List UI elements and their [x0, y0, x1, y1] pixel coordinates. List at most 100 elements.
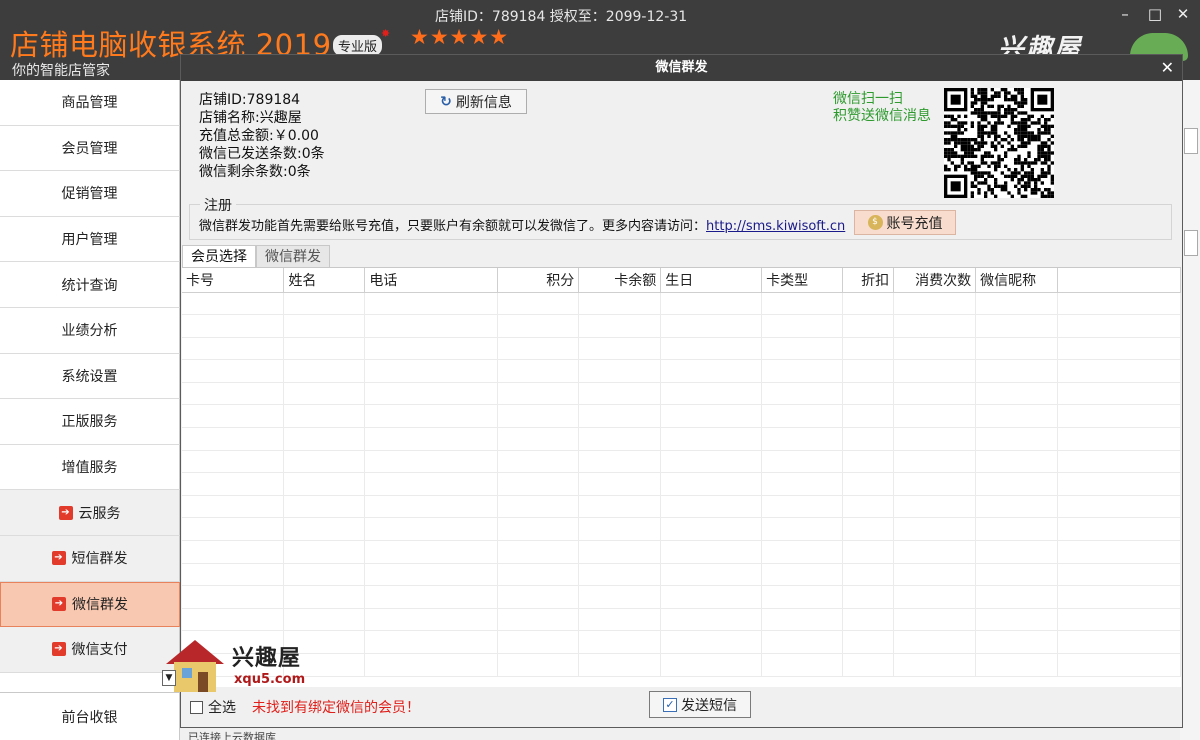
table-cell — [975, 382, 1059, 406]
checkmark-icon: ✓ — [663, 697, 677, 712]
minimize-button[interactable]: – — [1112, 4, 1138, 24]
register-link[interactable]: http://sms.kiwisoft.cn — [706, 219, 845, 234]
nav-sub-cloud[interactable]: ➔ 云服务 — [0, 490, 180, 536]
table-cell — [182, 472, 285, 496]
dropdown-arrow-icon[interactable]: ▼ — [162, 670, 176, 686]
table-cell — [283, 472, 366, 496]
table-cell — [660, 450, 763, 474]
table-cell — [893, 585, 977, 609]
recharge-total-text: 充值总金额:￥0.00 — [199, 128, 319, 144]
arrow-right-icon: ➔ — [52, 597, 66, 612]
nav-item-members[interactable]: 会员管理 — [0, 125, 180, 172]
table-cell — [660, 427, 763, 451]
register-legend: 注册 — [200, 195, 236, 215]
dialog-title: 微信群发 — [655, 60, 708, 75]
dialog-close-button[interactable]: ✕ — [1161, 55, 1174, 81]
table-header-row: 卡号 姓名 电话 积分 卡余额 生日 卡类型 折扣 消费次数 微信昵称 — [182, 268, 1181, 293]
table-cell — [364, 472, 499, 496]
nav-label: 增值服务 — [61, 460, 118, 477]
table-cell — [761, 314, 844, 338]
table-cell — [761, 495, 844, 519]
table-cell — [364, 653, 499, 677]
select-all-checkbox[interactable]: 全选 — [190, 697, 236, 717]
table-cell — [1057, 337, 1181, 361]
nav-item-value-added[interactable]: 增值服务 — [0, 444, 180, 491]
table-cell — [660, 585, 763, 609]
nav-label: 用户管理 — [61, 232, 118, 249]
col-name[interactable]: 姓名 — [283, 268, 366, 293]
refresh-info-button[interactable]: ↻ 刷新信息 — [425, 89, 527, 114]
tab-bar: 会员选择 微信群发 — [182, 245, 330, 267]
table-row — [182, 450, 1181, 474]
table-cell — [578, 653, 662, 677]
col-phone[interactable]: 电话 — [364, 268, 499, 293]
table-cell — [761, 585, 844, 609]
table-cell — [497, 450, 580, 474]
table-cell — [497, 404, 580, 429]
sent-count-text: 微信已发送条数:0条 — [199, 146, 325, 162]
nav-item-products[interactable]: 商品管理 — [0, 80, 180, 126]
table-cell — [1057, 427, 1181, 451]
nav-sub-sms[interactable]: ➔ 短信群发 — [0, 535, 180, 582]
table-cell — [283, 608, 366, 632]
table-cell — [182, 540, 285, 564]
col-wechat-nickname[interactable]: 微信昵称 — [975, 268, 1059, 293]
table-cell — [182, 314, 285, 338]
col-card-type[interactable]: 卡类型 — [761, 268, 844, 293]
col-points[interactable]: 积分 — [497, 268, 580, 293]
table-row — [182, 495, 1181, 519]
tab-wechat-broadcast[interactable]: 微信群发 — [256, 245, 330, 267]
coin-icon: $ — [867, 215, 883, 230]
table-cell — [842, 630, 895, 654]
col-balance[interactable]: 卡余额 — [578, 268, 662, 293]
table-cell — [761, 359, 844, 383]
table-cell — [497, 653, 580, 677]
nav-sub-wechat-pay[interactable]: ➔ 微信支付 — [0, 627, 180, 673]
table-cell — [497, 292, 580, 316]
nav-label: 微信支付 — [71, 642, 128, 659]
maximize-button[interactable]: □ — [1142, 4, 1168, 24]
table-cell — [842, 337, 895, 361]
col-card-no[interactable]: 卡号 — [182, 268, 285, 293]
table-cell — [761, 517, 844, 542]
tab-member-select[interactable]: 会员选择 — [182, 245, 256, 267]
table-row — [182, 314, 1181, 338]
table-cell — [182, 495, 285, 519]
table-cell — [893, 382, 977, 406]
table-cell — [364, 337, 499, 361]
nav-item-users[interactable]: 用户管理 — [0, 216, 180, 263]
close-window-button[interactable]: ✕ — [1170, 4, 1196, 24]
table-cell — [842, 653, 895, 677]
table-cell — [761, 540, 844, 564]
table-cell — [364, 404, 499, 429]
table-cell — [182, 585, 285, 609]
send-message-button[interactable]: ✓ 发送短信 — [649, 691, 751, 718]
col-discount[interactable]: 折扣 — [842, 268, 895, 293]
col-birthday[interactable]: 生日 — [660, 268, 763, 293]
table-cell — [497, 382, 580, 406]
table-cell — [283, 337, 366, 361]
table-cell — [893, 608, 977, 632]
nav-item-promotions[interactable]: 促销管理 — [0, 171, 180, 217]
table-cell — [1057, 314, 1181, 338]
table-cell — [364, 608, 499, 632]
nav-item-settings[interactable]: 系统设置 — [0, 353, 180, 400]
table-row — [182, 472, 1181, 496]
table-cell — [893, 314, 977, 338]
register-text: 微信群发功能首先需要给账号充值，只要账户有余额就可以发微信了。更多内容请访问： — [199, 219, 707, 234]
nav-item-genuine-service[interactable]: 正版服务 — [0, 399, 180, 445]
nav-item-statistics[interactable]: 统计查询 — [0, 262, 180, 308]
col-visit-count[interactable]: 消费次数 — [893, 268, 977, 293]
table-cell — [364, 292, 499, 316]
table-cell — [578, 495, 662, 519]
nav-item-front-cashier[interactable]: 前台收银 — [0, 692, 180, 740]
nav-sub-wechat-broadcast[interactable]: ➔ 微信群发 — [0, 581, 180, 628]
table-cell — [1057, 472, 1181, 496]
table-cell — [975, 337, 1059, 361]
table-row — [182, 563, 1181, 587]
table-cell — [660, 540, 763, 564]
table-cell — [761, 427, 844, 451]
qr-caption: 微信扫一扫 积赞送微信消息 — [833, 91, 931, 125]
account-recharge-button[interactable]: $ 账号充值 — [854, 210, 956, 235]
nav-item-performance[interactable]: 业绩分析 — [0, 307, 180, 354]
